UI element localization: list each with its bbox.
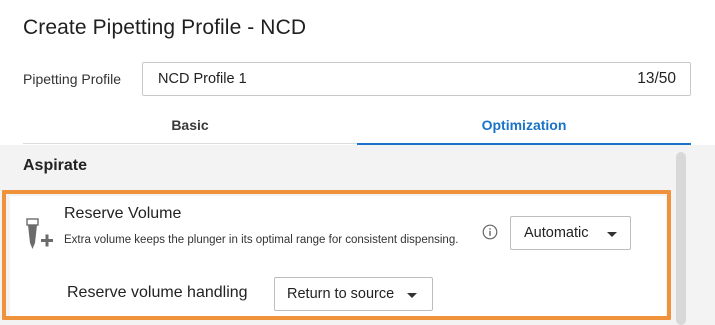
tab-optimization[interactable]: Optimization [357, 106, 691, 145]
pipetting-profile-value: NCD Profile 1 [158, 71, 247, 87]
section-title-aspirate: Aspirate [23, 157, 88, 174]
reserve-volume-description: Extra volume keeps the plunger in its op… [64, 234, 459, 246]
reserve-volume-mode-value: Automatic [524, 225, 589, 241]
reserve-volume-handling-select[interactable]: Return to source [274, 277, 433, 311]
pipetting-profile-input[interactable]: NCD Profile 1 13/50 [142, 62, 691, 96]
character-counter: 13/50 [637, 70, 676, 87]
reserve-volume-title: Reserve Volume [64, 205, 182, 222]
pipette-plus-icon [26, 218, 56, 250]
reserve-volume-mode-select[interactable]: Automatic [510, 216, 631, 250]
reserve-volume-handling-label: Reserve volume handling [67, 284, 248, 301]
tab-basic[interactable]: Basic [23, 106, 357, 144]
chevron-down-icon [407, 293, 417, 298]
scrollbar-thumb[interactable] [676, 152, 686, 325]
dialog-title: Create Pipetting Profile - NCD [23, 16, 307, 39]
pipetting-profile-label: Pipetting Profile [23, 71, 122, 87]
info-icon[interactable] [482, 224, 498, 240]
profile-tabs: Basic Optimization [23, 106, 691, 145]
chevron-down-icon [607, 232, 617, 237]
reserve-volume-handling-value: Return to source [287, 286, 395, 302]
